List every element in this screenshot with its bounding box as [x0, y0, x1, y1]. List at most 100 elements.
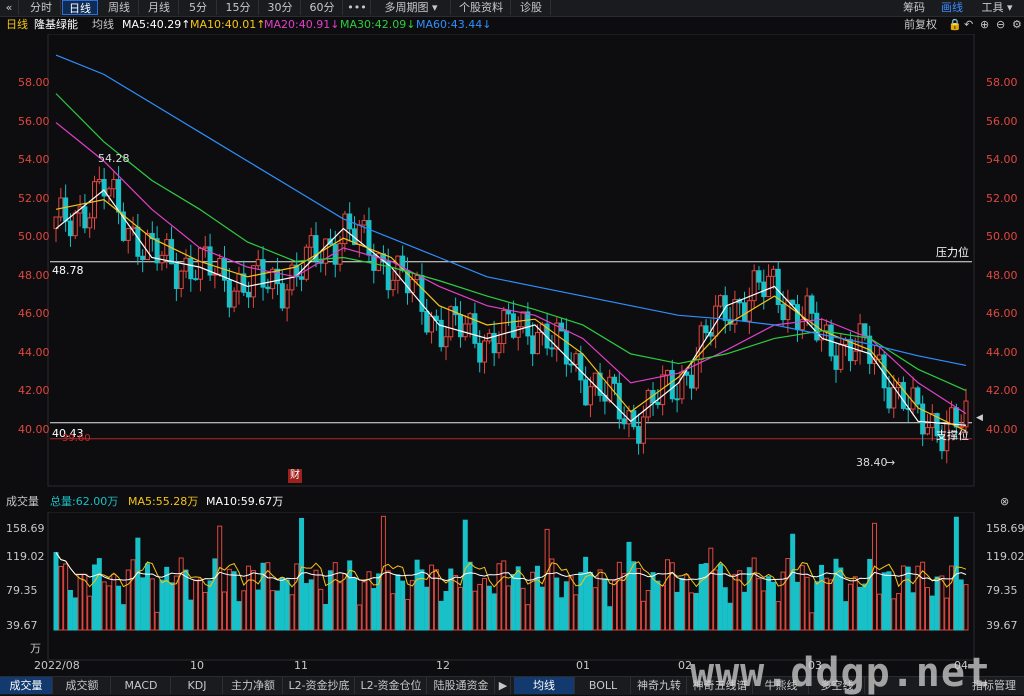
tab-northbound[interactable]: 陆股通资金: [428, 677, 495, 694]
volume-bar: [154, 611, 160, 631]
lock-icon[interactable]: 🔒: [948, 16, 962, 34]
close-volume-icon[interactable]: ⊗: [1000, 494, 1009, 510]
volume-bar: [231, 571, 237, 631]
volume-bar: [876, 593, 882, 631]
candle-body: [563, 330, 569, 365]
volume-bar: [318, 588, 324, 631]
tab-60min[interactable]: 60分: [302, 0, 343, 15]
tab-15min[interactable]: 15分: [218, 0, 259, 15]
volume-bar: [159, 579, 165, 631]
volume-bar: [260, 562, 266, 631]
tab-l2-bottom[interactable]: L2-资金抄底: [284, 677, 355, 694]
settings-icon[interactable]: ⚙: [1012, 16, 1022, 34]
volume-title: 成交量: [6, 495, 39, 508]
volume-bar: [332, 562, 338, 631]
volume-bar: [409, 580, 415, 631]
volume-bar: [313, 569, 319, 631]
tab-diagnose[interactable]: 诊股: [512, 0, 551, 15]
candle-body: [308, 235, 314, 248]
candle-body: [915, 387, 921, 405]
volume-tick-left: 79.35: [6, 584, 38, 597]
chevron-left-icon[interactable]: «: [0, 0, 19, 15]
volume-bar: [352, 577, 358, 631]
volume-bar: [337, 582, 343, 631]
tab-ma[interactable]: 均线: [514, 677, 575, 694]
price-chart[interactable]: [0, 33, 1024, 488]
price-tick-left: 52.00: [18, 191, 50, 205]
candle-body: [587, 386, 593, 406]
volume-bar: [949, 565, 955, 631]
tab-yuexian[interactable]: 月线: [140, 0, 179, 15]
volume-bar: [58, 566, 64, 631]
candle-body: [462, 323, 468, 338]
tools-menu[interactable]: 工具 ▾: [972, 0, 1022, 15]
tab-macd[interactable]: MACD: [112, 677, 171, 694]
volume-tick-right: 39.67: [986, 619, 1018, 632]
tab-rixian[interactable]: 日线: [62, 0, 98, 15]
high-price-label: 54.28: [98, 152, 130, 165]
tab-chips[interactable]: 筹码: [896, 0, 932, 15]
volume-chart[interactable]: [0, 512, 1024, 662]
ma60-value: MA60:43.44↓: [416, 18, 492, 31]
candle-body: [804, 295, 810, 321]
volume-bar: [621, 573, 627, 631]
volume-bar: [212, 558, 218, 631]
finance-badge[interactable]: 财: [288, 469, 302, 483]
volume-bar: [592, 587, 598, 631]
tab-5min[interactable]: 5分: [180, 0, 217, 15]
tab-draw-line[interactable]: 画线: [934, 0, 970, 15]
candle-body: [510, 313, 516, 338]
volume-bar: [847, 583, 853, 631]
candle-body: [515, 326, 521, 338]
volume-bar: [905, 566, 911, 631]
tab-turnover[interactable]: 成交额: [54, 677, 111, 694]
undo-icon[interactable]: ↶: [964, 16, 973, 34]
volume-bar: [130, 559, 136, 631]
candle-body: [963, 400, 969, 428]
candle-body: [703, 325, 709, 334]
zoom-in-icon[interactable]: ⊕: [980, 16, 989, 34]
volume-bar: [751, 557, 757, 631]
tab-magic-nine[interactable]: 神奇九转: [632, 677, 687, 694]
volume-bar: [650, 572, 656, 631]
fuquan-button[interactable]: 前复权: [904, 16, 937, 34]
volume-bar: [770, 581, 776, 631]
candle-body: [443, 336, 449, 348]
tab-stock-info[interactable]: 个股资料: [452, 0, 511, 15]
more-icon[interactable]: •••: [344, 0, 371, 15]
volume-bar: [713, 569, 719, 631]
volume-total: 总量:62.00万: [50, 495, 119, 508]
candle-body: [674, 398, 680, 401]
volume-bar: [660, 584, 666, 631]
price-tick-right: 54.00: [986, 153, 1018, 167]
volume-bar: [486, 585, 492, 631]
candle-body: [636, 426, 642, 444]
volume-bar: [790, 533, 796, 631]
candle-body: [501, 309, 507, 344]
tab-30min[interactable]: 30分: [260, 0, 301, 15]
tab-multi-period[interactable]: 多周期图 ▾: [372, 0, 451, 15]
tab-zhouxian[interactable]: 周线: [100, 0, 139, 15]
tab-kdj[interactable]: KDJ: [172, 677, 223, 694]
x-axis-label: 01: [576, 659, 590, 672]
tab-boll[interactable]: BOLL: [576, 677, 631, 694]
price-chart-canvas: [47, 33, 975, 487]
candle-body: [655, 401, 661, 406]
tab-fenshi[interactable]: 分时: [22, 0, 61, 15]
tab-volume[interactable]: 成交量: [0, 677, 53, 694]
volume-bar: [939, 575, 945, 631]
volume-bar: [607, 606, 613, 631]
volume-bar: [722, 587, 728, 631]
play-icon[interactable]: ▶: [496, 677, 511, 694]
candle-body: [250, 265, 256, 298]
candle-body: [226, 279, 232, 308]
tab-main-net[interactable]: 主力净额: [224, 677, 283, 694]
tab-l2-position[interactable]: L2-资金仓位: [356, 677, 427, 694]
candle-body: [116, 179, 122, 213]
price-tick-left: 44.00: [18, 345, 50, 359]
zoom-out-icon[interactable]: ⊖: [996, 16, 1005, 34]
x-axis-label: 10: [190, 659, 204, 672]
candle-body: [217, 257, 223, 275]
candle-body: [173, 263, 179, 290]
candle-body: [534, 332, 540, 355]
